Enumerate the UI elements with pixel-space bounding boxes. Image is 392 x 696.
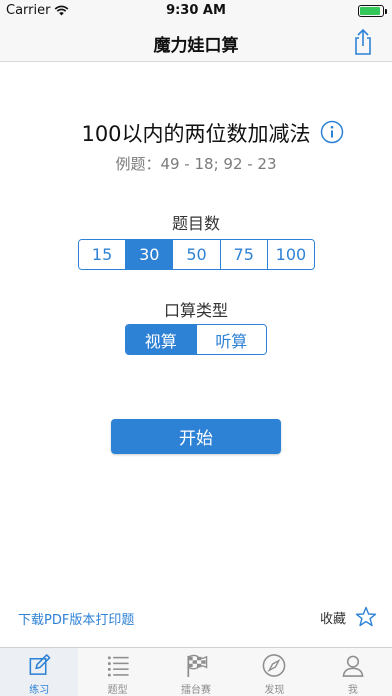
page-title: 魔力娃口算	[153, 36, 239, 56]
tab-label: 练习	[29, 685, 50, 696]
status-bar: Carrier 9:30 AM	[0, 0, 392, 22]
question-count-option-75[interactable]: 75	[219, 240, 267, 269]
list-icon	[107, 656, 129, 677]
status-time: 9:30 AM	[166, 3, 226, 18]
share-icon[interactable]	[348, 27, 378, 57]
tab-label: 擂台赛	[181, 685, 212, 696]
tab-compass[interactable]: 发现	[235, 648, 313, 696]
favorite-button[interactable]: 收藏	[320, 605, 378, 629]
calculation-type-label: 口算类型	[163, 301, 228, 320]
question-count-option-15[interactable]: 15	[79, 240, 126, 269]
battery-level	[360, 7, 380, 15]
download-pdf-link[interactable]: 下载PDF版本打印题	[18, 609, 134, 628]
question-count-option-30[interactable]: 30	[125, 240, 173, 269]
example-text: 例题：49 - 18; 92 - 23	[115, 155, 277, 173]
battery-icon	[358, 5, 387, 17]
start-button[interactable]: 开始	[111, 419, 281, 454]
checkered-flag-icon	[187, 654, 208, 678]
navigation-bar: 魔力娃口算	[0, 22, 392, 62]
tab-user[interactable]: 我	[314, 648, 392, 696]
tab-label: 题型	[107, 685, 128, 696]
info-icon[interactable]	[320, 120, 344, 144]
calculation-type-selector: 视算 听算	[125, 324, 267, 355]
calculation-type-option-视算[interactable]: 视算	[126, 325, 196, 354]
edit-icon	[29, 654, 51, 675]
favorite-label: 收藏	[319, 611, 346, 627]
compass-icon	[263, 654, 286, 677]
tab-list[interactable]: 题型	[78, 648, 156, 696]
tab-label: 我	[347, 685, 358, 696]
tab-edit[interactable]: 练习	[0, 648, 79, 696]
tab-checkered-flag[interactable]: 擂台赛	[157, 648, 235, 696]
question-count-label: 题目数	[171, 214, 220, 233]
question-count-option-50[interactable]: 50	[172, 240, 220, 269]
star-icon[interactable]	[354, 605, 378, 629]
question-count-selector: 15 30 50 75 100	[78, 239, 315, 270]
calculation-type-option-听算[interactable]: 听算	[195, 325, 266, 354]
user-icon	[342, 655, 364, 677]
tab-bar: 练习 题型 擂台赛 发现 我	[0, 647, 392, 696]
tab-label: 发现	[264, 685, 285, 696]
question-count-option-100[interactable]: 100	[266, 240, 314, 269]
